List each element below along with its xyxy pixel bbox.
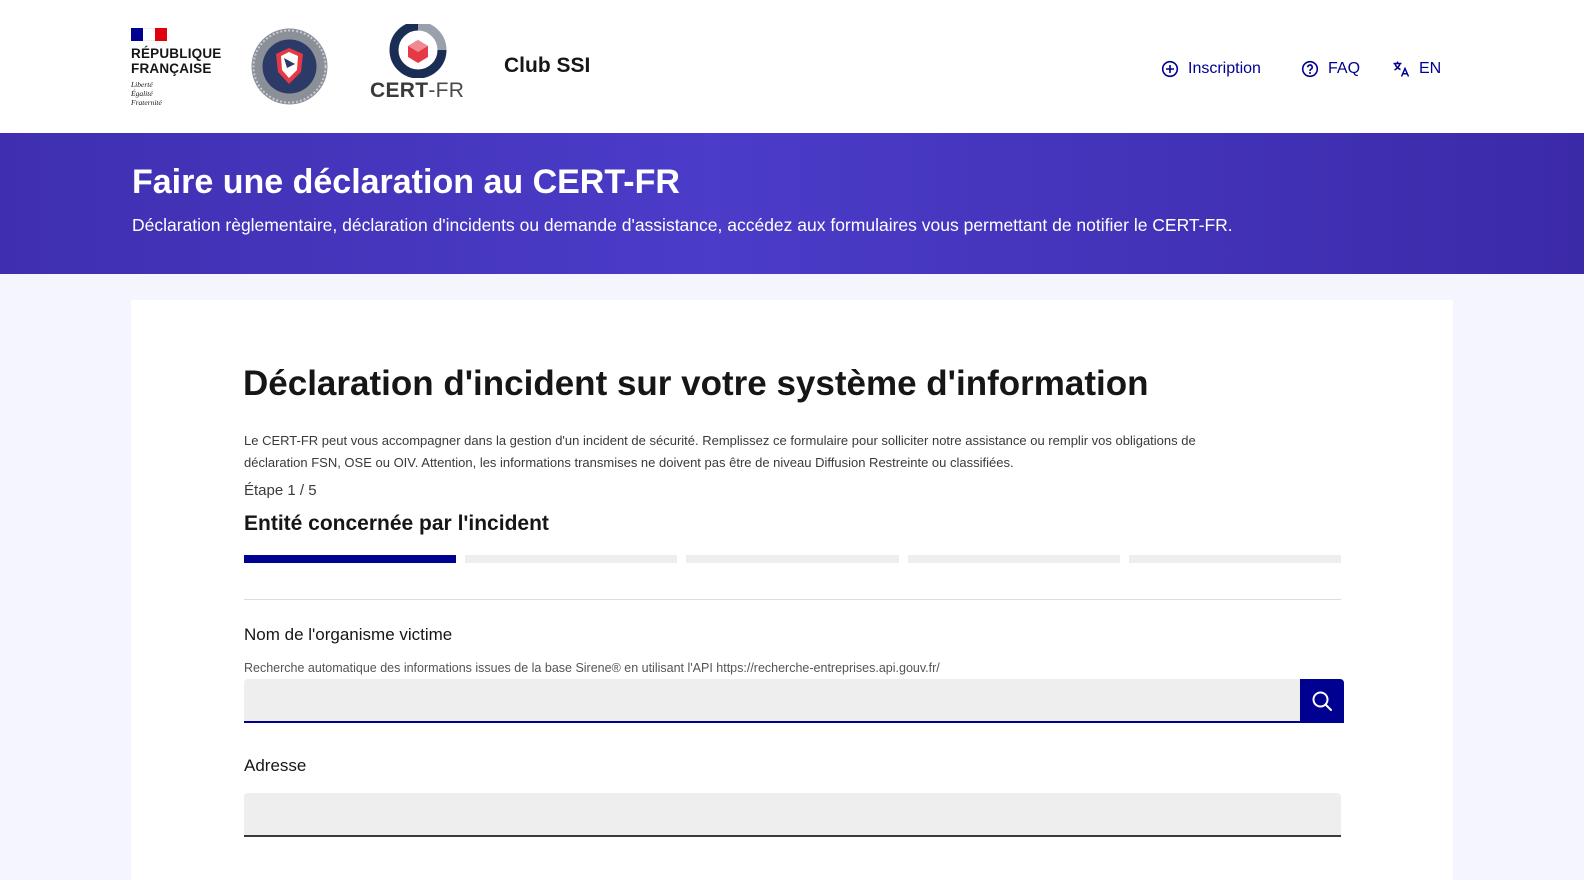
form-card: Déclaration d'incident sur votre système… — [131, 300, 1453, 880]
nav-language-switch[interactable]: EN — [1392, 60, 1441, 78]
step-segment-4 — [907, 555, 1120, 563]
org-name-hint: Recherche automatique des informations i… — [244, 661, 940, 675]
address-input[interactable] — [244, 793, 1341, 837]
form-intro-line1: Le CERT-FR peut vous accompagner dans la… — [244, 433, 1196, 448]
step-segment-5 — [1128, 555, 1342, 563]
republique-francaise-logo[interactable]: RÉPUBLIQUE FRANÇAISE Liberté Égalité Fra… — [131, 28, 221, 107]
org-name-label: Nom de l'organisme victime — [244, 625, 453, 644]
rf-motto-1: Liberté — [131, 80, 153, 89]
rf-motto: Liberté Égalité Fraternité — [131, 80, 221, 107]
divider — [244, 599, 1341, 600]
nav-inscription-label: Inscription — [1188, 60, 1261, 77]
banner-subtitle: Déclaration règlementaire, déclaration d… — [132, 215, 1233, 235]
step-segment-2 — [465, 555, 678, 563]
rf-name-line2: FRANÇAISE — [131, 61, 212, 76]
hero-banner: Faire une déclaration au CERT-FR Déclara… — [0, 133, 1584, 274]
nav-lang-label: EN — [1419, 60, 1442, 77]
step-segment-3 — [686, 555, 899, 563]
anssi-seal-logo — [251, 28, 328, 105]
plus-circle-icon — [1161, 60, 1179, 78]
nav-inscription-link[interactable]: Inscription — [1161, 60, 1261, 78]
address-label: Adresse — [244, 756, 307, 775]
search-button[interactable] — [1300, 679, 1344, 723]
rf-name-line1: RÉPUBLIQUE — [131, 46, 222, 61]
step-progress-bar — [244, 555, 1342, 563]
org-name-search-input[interactable] — [244, 679, 1300, 723]
search-icon — [1312, 691, 1332, 711]
cert-fr-wordmark: CERT-FR — [370, 79, 465, 102]
banner-title: Faire une déclaration au CERT-FR — [132, 163, 680, 201]
form-title: Déclaration d'incident sur votre système… — [243, 364, 1149, 403]
rf-motto-2: Égalité — [131, 89, 153, 98]
site-header: RÉPUBLIQUE FRANÇAISE Liberté Égalité Fra… — [0, 0, 1584, 133]
french-flag-icon — [131, 28, 167, 41]
step-segment-1 — [244, 555, 457, 563]
step-title: Entité concernée par l'incident — [244, 512, 549, 535]
nav-faq-label: FAQ — [1328, 60, 1361, 77]
nav-faq-link[interactable]: FAQ — [1301, 60, 1360, 78]
step-counter: Étape 1 / 5 — [244, 482, 317, 499]
rf-name: RÉPUBLIQUE FRANÇAISE — [131, 46, 221, 76]
cert-fr-logo[interactable]: CERT-FR — [370, 24, 470, 104]
form-intro-line2: déclaration FSN, OSE ou OIV. Attention, … — [244, 455, 1014, 470]
rf-motto-3: Fraternité — [131, 98, 162, 107]
question-circle-icon — [1301, 60, 1319, 78]
form-intro: Le CERT-FR peut vous accompagner dans la… — [244, 430, 1344, 474]
translate-icon — [1392, 60, 1410, 78]
site-name[interactable]: Club SSI — [504, 54, 590, 78]
